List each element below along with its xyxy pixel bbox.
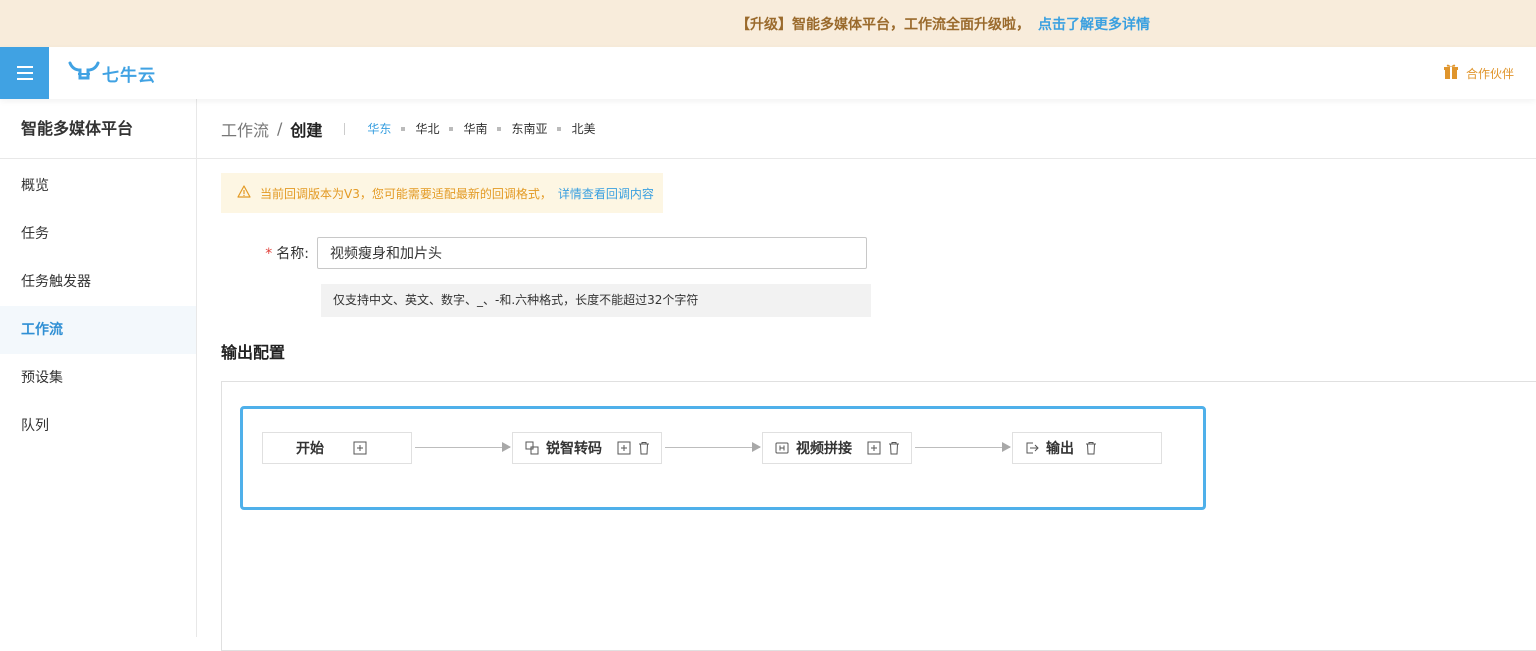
hamburger-icon [16,66,33,80]
concat-icon [775,441,789,455]
notice-link[interactable]: 详情查看回调内容 [558,185,654,202]
workflow-canvas: 开始 锐智转码 视频拼接 输出 [221,381,1536,651]
node-label: 输出 [1046,441,1074,457]
trash-icon[interactable] [637,441,651,455]
announcement-text: 【升级】智能多媒体平台，工作流全面升级啦， [736,16,1030,33]
name-label: * 名称: [221,243,317,263]
bull-logo-icon [68,60,100,86]
sidebar-title: 智能多媒体平台 [0,99,196,159]
sidebar-item-tasks[interactable]: 任务 [0,210,196,258]
output-config-title: 输出配置 [221,343,286,362]
region-east-china[interactable]: 华东 [367,120,391,137]
add-icon[interactable] [867,441,881,455]
node-label: 视频拼接 [796,441,852,457]
name-label-text: 名称: [276,246,309,262]
add-icon[interactable] [617,441,631,455]
divider [344,122,346,135]
breadcrumb-bar: 工作流 / 创建 华东 华北 华南 东南亚 北美 [197,99,1536,159]
region-dot [497,126,502,131]
name-field-row: * 名称: [221,237,867,269]
flow-node-output[interactable]: 输出 [1012,432,1162,464]
sidebar-item-presets[interactable]: 预设集 [0,354,196,402]
workflow-flow: 开始 锐智转码 视频拼接 输出 [240,406,1206,510]
partner-link[interactable]: 合作伙伴 [1443,64,1514,83]
menu-button[interactable] [0,47,49,99]
sidebar-nav: 概览 任务 任务触发器 工作流 预设集 队列 [0,159,196,450]
sidebar: 智能多媒体平台 概览 任务 任务触发器 工作流 预设集 队列 [0,99,197,637]
partner-label: 合作伙伴 [1465,67,1514,81]
logo-text: 七牛云 [102,65,156,86]
node-label: 锐智转码 [546,441,602,457]
sidebar-item-queues[interactable]: 队列 [0,402,196,450]
region-southeast-asia[interactable]: 东南亚 [511,120,547,137]
notice-text: 当前回调版本为V3，您可能需要适配最新的回调格式， [260,186,552,201]
export-icon [1025,441,1039,455]
region-dot [557,126,562,131]
region-south-china[interactable]: 华南 [463,120,487,137]
flow-arrow [665,442,761,452]
announcement-bar: 【升级】智能多媒体平台，工作流全面升级啦， 点击了解更多详情 [0,0,1536,47]
sidebar-item-task-triggers[interactable]: 任务触发器 [0,258,196,306]
main-content: 工作流 / 创建 华东 华北 华南 东南亚 北美 当前回调版本为V3，您可能需要… [197,99,1536,651]
announcement-link[interactable]: 点击了解更多详情 [1038,14,1150,34]
node-label: 开始 [296,441,324,457]
transcode-icon [525,441,539,455]
region-dot [449,126,454,131]
breadcrumb-separator: / [277,119,283,138]
name-hint: 仅支持中文、英文、数字、_、-和.六种格式，长度不能超过32个字符 [321,284,871,317]
flow-arrow [415,442,511,452]
flow-node-start[interactable]: 开始 [262,432,412,464]
flow-node-transcode[interactable]: 锐智转码 [512,432,662,464]
sidebar-item-workflow[interactable]: 工作流 [0,306,196,354]
callback-notice: 当前回调版本为V3，您可能需要适配最新的回调格式， 详情查看回调内容 [221,173,663,213]
gift-icon [1443,64,1466,83]
region-north-america[interactable]: 北美 [571,120,595,137]
trash-icon[interactable] [887,441,901,455]
region-north-china[interactable]: 华北 [415,120,439,137]
trash-icon[interactable] [1084,441,1098,455]
breadcrumb-parent[interactable]: 工作流 [221,117,269,141]
region-dot [401,126,406,131]
breadcrumb-current: 创建 [290,120,323,140]
warning-icon [237,185,260,201]
qiniu-logo[interactable]: 七牛云 [68,60,156,86]
required-mark: * [265,246,273,262]
name-input[interactable] [317,237,867,269]
sidebar-item-overview[interactable]: 概览 [0,162,196,210]
flow-arrow [915,442,1011,452]
add-icon[interactable] [353,441,367,455]
top-header: 七牛云 合作伙伴 [0,47,1536,99]
flow-node-concat[interactable]: 视频拼接 [762,432,912,464]
